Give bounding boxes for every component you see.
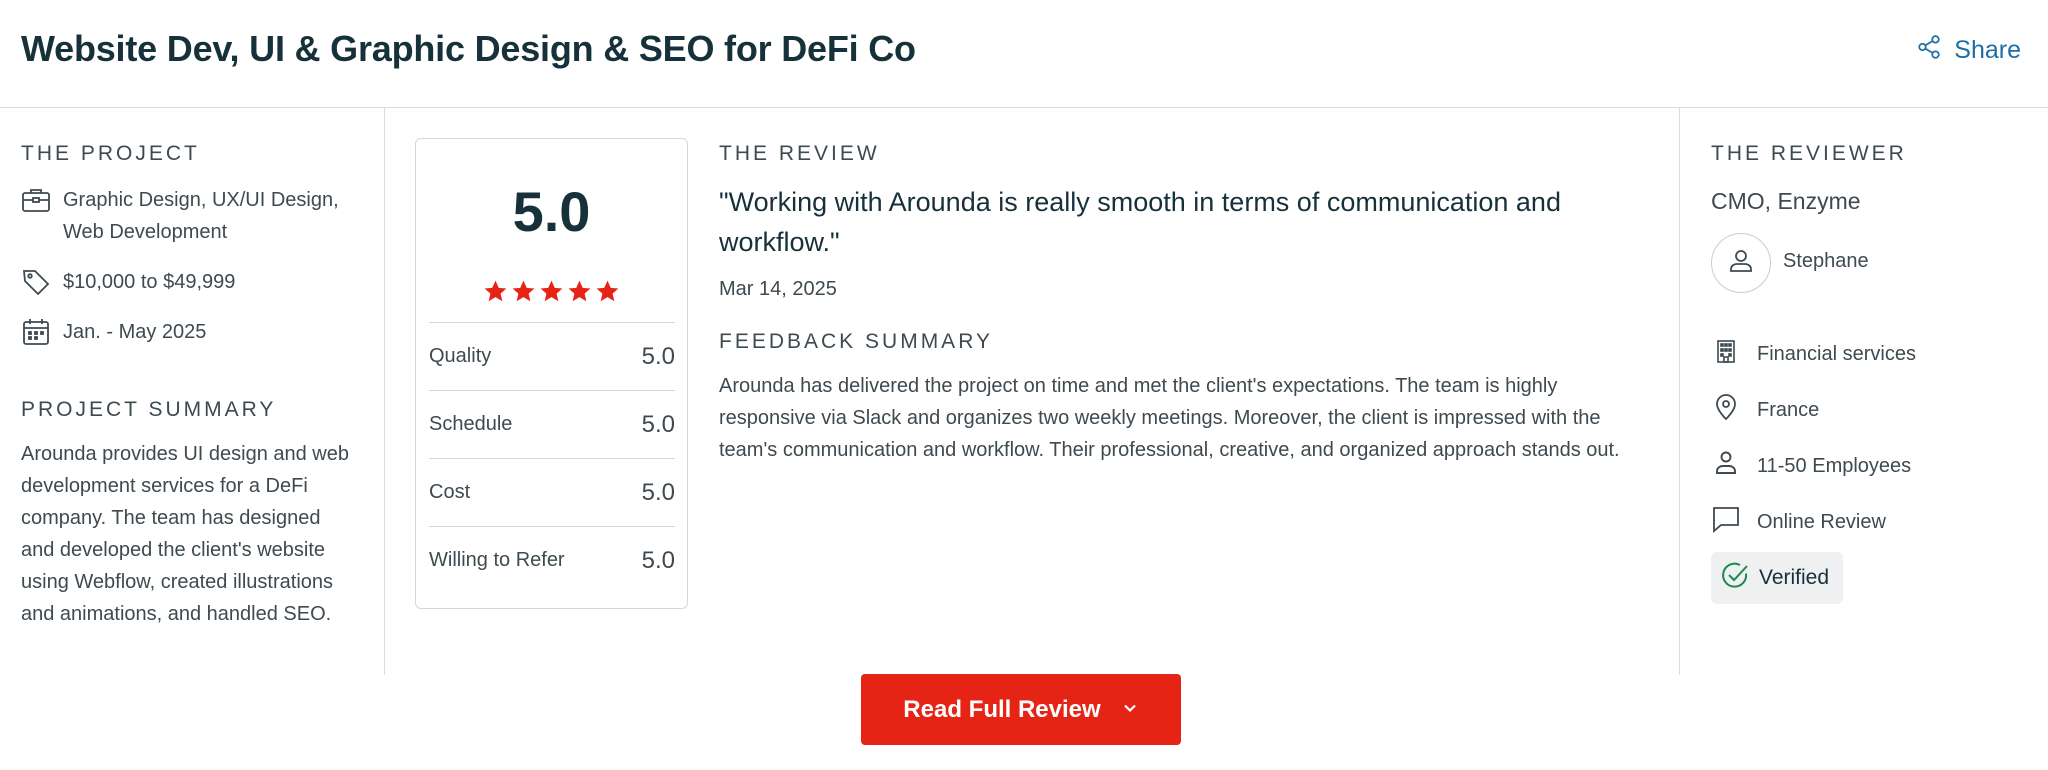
reviewer-title: CMO, Enzyme <box>1711 188 1861 214</box>
avatar <box>1711 233 1771 293</box>
person-icon <box>1711 448 1741 484</box>
rating-row-cost: Cost 5.0 <box>429 458 675 526</box>
check-circle-icon <box>1719 559 1751 597</box>
budget-text: $10,000 to $49,999 <box>63 271 236 293</box>
star-icon <box>567 279 592 309</box>
feedback-summary-label: FEEDBACK SUMMARY <box>719 330 993 353</box>
reviewer-review-type: Online Review <box>1711 504 1886 540</box>
review-section-label: THE REVIEW <box>719 142 880 165</box>
review-header: Website Dev, UI & Graphic Design & SEO f… <box>0 0 2048 108</box>
building-icon <box>1711 336 1741 372</box>
reviewer-location: France <box>1711 392 1819 428</box>
project-column: THE PROJECT Graphic Design, UX/UI Design… <box>0 108 385 675</box>
project-timeline: Jan. - May 2025 <box>21 316 206 357</box>
review-quote: "Working with Arounda is really smooth i… <box>719 187 1561 257</box>
rating-row-schedule: Schedule 5.0 <box>429 390 675 458</box>
industry-text: Financial services <box>1757 342 1916 365</box>
share-icon <box>1916 34 1942 67</box>
review-column: 5.0 Quality 5.0 Schedule 5.0 Cost 5.0 Wi… <box>385 108 1680 675</box>
star-icon <box>539 279 564 309</box>
verified-badge: Verified <box>1711 552 1844 604</box>
overall-rating: 5.0 <box>512 180 591 243</box>
reviewer-name: Stephane <box>1783 250 1869 272</box>
reviewer-industry: Financial services <box>1711 336 1916 372</box>
review-type-text: Online Review <box>1757 510 1886 533</box>
rating-row-quality: Quality 5.0 <box>429 322 675 390</box>
timeline-text: Jan. - May 2025 <box>63 321 207 343</box>
page-title: Website Dev, UI & Graphic Design & SEO f… <box>21 28 916 69</box>
read-full-review-button[interactable]: Read Full Review <box>861 674 1181 745</box>
rating-value: 5.0 <box>641 546 675 574</box>
verified-label: Verified <box>1759 566 1830 589</box>
share-button[interactable]: Share <box>1916 34 2021 67</box>
share-label: Share <box>1954 36 2021 64</box>
rating-value: 5.0 <box>641 342 675 370</box>
rating-label: Willing to Refer <box>429 549 565 571</box>
read-full-review-label: Read Full Review <box>903 695 1101 723</box>
reviewer-column: THE REVIEWER CMO, Enzyme Stephane Financ… <box>1681 108 2048 675</box>
star-icon <box>483 279 508 309</box>
rating-row-willing-to-refer: Willing to Refer 5.0 <box>429 526 675 594</box>
project-section-label: THE PROJECT <box>21 142 200 165</box>
review-date: Mar 14, 2025 <box>719 278 837 300</box>
project-summary-text: Arounda provides UI design and web devel… <box>21 443 349 625</box>
star-rating <box>416 279 687 309</box>
location-pin-icon <box>1711 392 1741 428</box>
rating-label: Cost <box>429 481 471 503</box>
rating-card: 5.0 Quality 5.0 Schedule 5.0 Cost 5.0 Wi… <box>415 138 688 609</box>
services-line-2: Web Development <box>63 221 228 243</box>
user-icon <box>1727 247 1755 280</box>
project-summary-label: PROJECT SUMMARY <box>21 398 277 421</box>
project-budget: $10,000 to $49,999 <box>21 266 235 307</box>
reviewer-section-label: THE REVIEWER <box>1711 142 1907 165</box>
rating-label: Schedule <box>429 413 513 435</box>
briefcase-icon <box>21 184 51 225</box>
location-text: France <box>1757 398 1820 421</box>
calendar-icon <box>21 316 51 357</box>
feedback-summary-text: Arounda has delivered the project on tim… <box>719 375 1620 461</box>
project-services: Graphic Design, UX/UI Design, Web Develo… <box>21 184 339 248</box>
services-line-1: Graphic Design, UX/UI Design, <box>63 189 339 211</box>
company-size-text: 11-50 Employees <box>1757 454 1912 477</box>
price-tag-icon <box>21 266 51 307</box>
rating-label: Quality <box>429 345 492 367</box>
star-icon <box>511 279 536 309</box>
chevron-down-icon <box>1121 696 1139 724</box>
reviewer-company-size: 11-50 Employees <box>1711 448 1911 484</box>
chat-bubble-icon <box>1711 504 1741 540</box>
rating-value: 5.0 <box>641 410 675 438</box>
star-icon <box>595 279 620 309</box>
rating-value: 5.0 <box>641 478 675 506</box>
